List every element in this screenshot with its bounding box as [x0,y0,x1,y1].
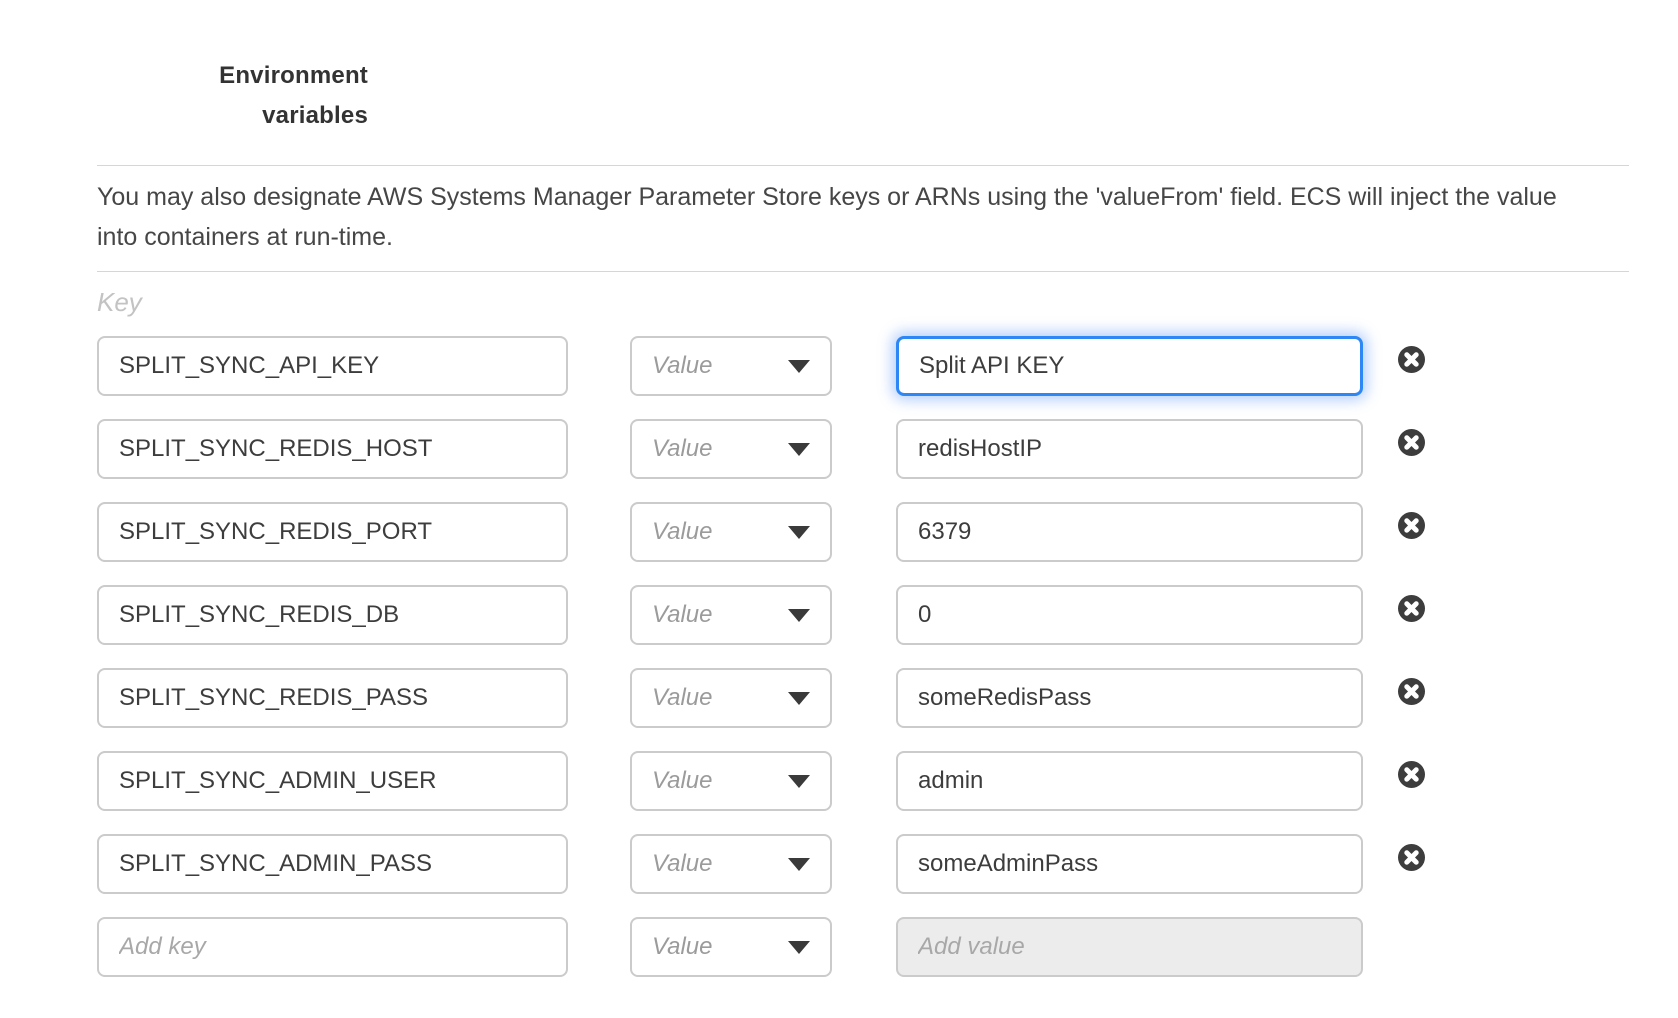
remove-variable-button[interactable] [1398,678,1425,705]
env-type-select[interactable]: Value [630,668,832,728]
remove-variable-button[interactable] [1398,512,1425,539]
env-value-input[interactable] [896,419,1363,479]
x-circle-icon [1398,844,1425,871]
env-key-input[interactable] [97,502,568,562]
env-type-selected-value: Value [652,601,713,629]
env-type-selected-value: Value [652,352,713,380]
env-type-selected-value: Value [652,767,713,795]
divider [97,271,1629,272]
env-var-row: Value [97,668,1425,728]
env-key-input[interactable] [97,668,568,728]
env-vars-description: You may also designate AWS Systems Manag… [97,177,1587,257]
env-var-row: Value [97,336,1425,396]
environment-variable-rows: Value Value Value [97,336,1425,1000]
env-key-input[interactable] [97,751,568,811]
env-key-input[interactable] [97,834,568,894]
chevron-down-icon [788,526,810,539]
env-type-select[interactable]: Value [630,419,832,479]
env-var-row: Value [97,751,1425,811]
env-value-input[interactable] [896,668,1363,728]
remove-variable-button[interactable] [1398,346,1425,373]
env-type-select[interactable]: Value [630,502,832,562]
env-type-select[interactable]: Value [630,834,832,894]
x-circle-icon [1398,761,1425,788]
chevron-down-icon [788,692,810,705]
env-value-input[interactable] [896,585,1363,645]
remove-variable-button[interactable] [1398,595,1425,622]
key-column-header: Key [97,287,142,318]
chevron-down-icon [788,858,810,871]
chevron-down-icon [788,941,810,954]
env-type-select[interactable]: Value [630,917,832,977]
chevron-down-icon [788,360,810,373]
chevron-down-icon [788,443,810,456]
remove-variable-button[interactable] [1398,761,1425,788]
env-type-selected-value: Value [652,933,713,961]
env-type-selected-value: Value [652,518,713,546]
x-circle-icon [1398,512,1425,539]
add-key-input[interactable] [97,917,568,977]
x-circle-icon [1398,595,1425,622]
env-type-selected-value: Value [652,684,713,712]
x-circle-icon [1398,346,1425,373]
env-key-input[interactable] [97,419,568,479]
divider [97,165,1629,166]
x-circle-icon [1398,678,1425,705]
chevron-down-icon [788,609,810,622]
env-key-input[interactable] [97,585,568,645]
env-value-input[interactable] [896,336,1363,396]
env-value-input[interactable] [896,834,1363,894]
env-type-select[interactable]: Value [630,751,832,811]
env-var-row: Value [97,585,1425,645]
env-var-row: Value [97,419,1425,479]
add-env-var-row: Value [97,917,1425,977]
env-type-select[interactable]: Value [630,585,832,645]
environment-variables-label: Environment variables [148,56,368,136]
env-type-selected-value: Value [652,435,713,463]
env-type-selected-value: Value [652,850,713,878]
chevron-down-icon [788,775,810,788]
env-value-input[interactable] [896,751,1363,811]
env-value-input[interactable] [896,502,1363,562]
remove-variable-button[interactable] [1398,429,1425,456]
add-value-input[interactable] [896,917,1363,977]
env-type-select[interactable]: Value [630,336,832,396]
env-var-row: Value [97,834,1425,894]
remove-variable-button[interactable] [1398,844,1425,871]
env-key-input[interactable] [97,336,568,396]
x-circle-icon [1398,429,1425,456]
env-var-row: Value [97,502,1425,562]
